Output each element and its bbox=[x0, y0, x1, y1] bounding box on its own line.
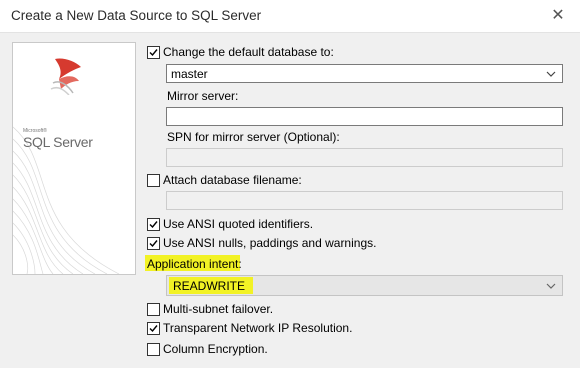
chevron-down-icon bbox=[546, 71, 556, 77]
column-encryption-checkbox[interactable] bbox=[147, 343, 160, 356]
application-intent-select[interactable]: READWRITE bbox=[166, 275, 563, 296]
attach-db-input[interactable] bbox=[166, 191, 563, 210]
attach-db-label: Attach database filename: bbox=[163, 173, 302, 187]
close-icon[interactable]: ✕ bbox=[544, 4, 572, 28]
title-bar: Create a New Data Source to SQL Server ✕ bbox=[0, 0, 580, 33]
multi-subnet-checkbox[interactable] bbox=[147, 303, 160, 316]
mirror-server-label: Mirror server: bbox=[167, 89, 239, 103]
change-default-db-checkbox[interactable] bbox=[147, 46, 160, 59]
multi-subnet-label: Multi-subnet failover. bbox=[163, 302, 274, 316]
chevron-down-icon bbox=[546, 283, 556, 289]
column-encryption-label: Column Encryption. bbox=[163, 342, 268, 356]
logo-product-text: SQL Server bbox=[23, 134, 93, 150]
sql-server-logo-icon bbox=[50, 58, 81, 95]
window-title: Create a New Data Source to SQL Server bbox=[11, 8, 262, 23]
checkmark-icon bbox=[149, 49, 158, 57]
default-database-value: master bbox=[171, 67, 208, 81]
ansi-quoted-checkbox[interactable] bbox=[147, 218, 160, 231]
spn-mirror-input[interactable] bbox=[166, 148, 563, 167]
spn-mirror-label: SPN for mirror server (Optional): bbox=[167, 130, 340, 144]
ansi-nulls-label: Use ANSI nulls, paddings and warnings. bbox=[163, 236, 377, 250]
transparent-ip-label: Transparent Network IP Resolution. bbox=[163, 321, 353, 335]
change-default-db-label: Change the default database to: bbox=[163, 45, 334, 59]
checkmark-icon bbox=[149, 325, 158, 333]
ansi-quoted-label: Use ANSI quoted identifiers. bbox=[163, 217, 314, 231]
checkmark-icon bbox=[149, 240, 158, 248]
mirror-server-input[interactable] bbox=[166, 107, 563, 126]
ansi-nulls-checkbox[interactable] bbox=[147, 237, 160, 250]
transparent-ip-checkbox[interactable] bbox=[147, 322, 160, 335]
attach-db-checkbox[interactable] bbox=[147, 174, 160, 187]
default-database-select[interactable]: master bbox=[166, 64, 563, 83]
application-intent-label: Application intent: bbox=[147, 257, 242, 271]
checkmark-icon bbox=[149, 221, 158, 229]
logo-panel: Microsoft® SQL Server bbox=[12, 42, 136, 275]
application-intent-value: READWRITE bbox=[173, 279, 245, 293]
